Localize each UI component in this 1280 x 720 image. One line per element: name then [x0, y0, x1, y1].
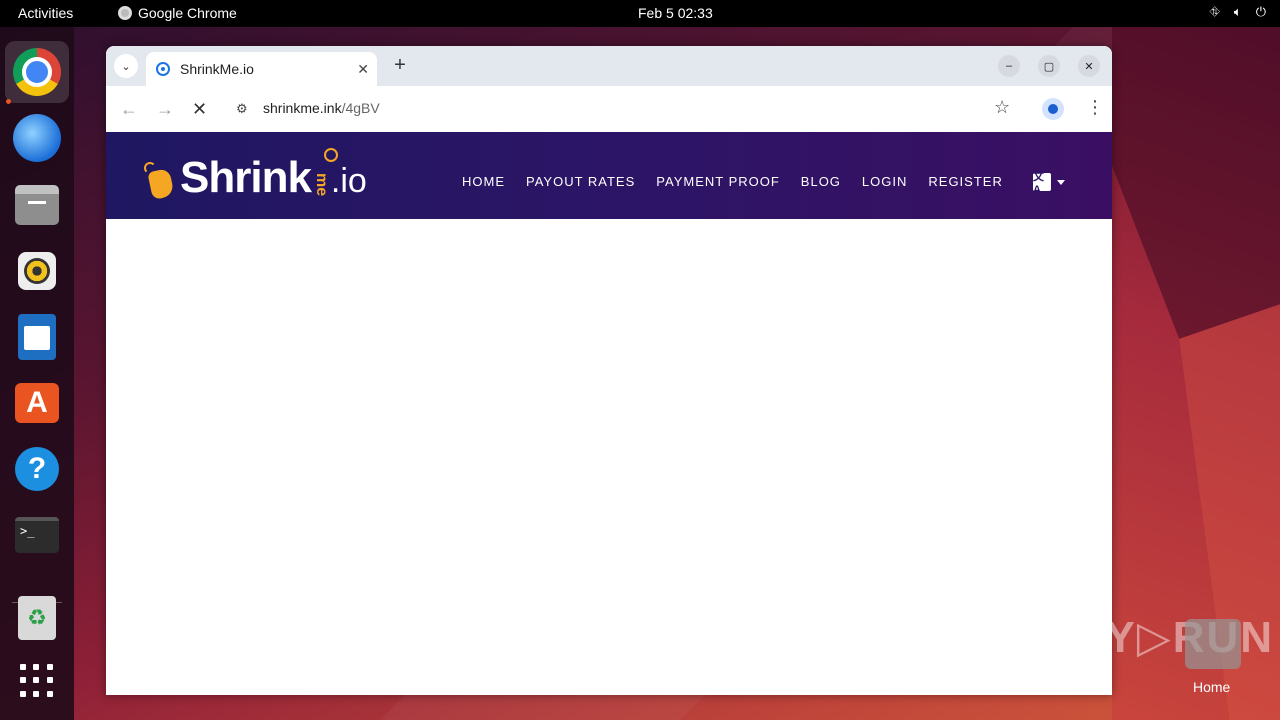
nav-blog[interactable]: BLOG [801, 174, 841, 189]
running-indicator [6, 99, 11, 104]
maximize-icon: ▢ [1043, 60, 1055, 73]
writer-icon [18, 314, 56, 360]
help-icon: ? [15, 447, 59, 491]
bookmark-star-icon[interactable]: ☆ [994, 97, 1010, 118]
volume-icon: 🔈︎ [1233, 4, 1242, 19]
trash-icon: ♻ [18, 596, 56, 640]
hand-tap-icon [140, 160, 178, 202]
nav-register[interactable]: REGISTER [928, 174, 1002, 189]
site-header: Shrink me .io HOME PAYOUT RATES PAYMENT … [106, 132, 1112, 219]
tab-strip: ⌄ ShrinkMe.io ✕ + – ▢ ✕ [106, 46, 1112, 86]
dock-thunderbird[interactable] [5, 107, 69, 169]
favicon-icon [156, 62, 170, 76]
home-folder-label: Home [1193, 679, 1231, 695]
dock-trash[interactable]: ♻ [5, 587, 69, 649]
system-top-bar: Activities Google Chrome Feb 5 02:33 ⛗ 🔈… [0, 0, 1280, 27]
chrome-icon [13, 48, 61, 96]
browser-window: ⌄ ShrinkMe.io ✕ + – ▢ ✕ ← → ✕ ⚙ shrinkme… [106, 46, 1112, 695]
close-icon: ✕ [1084, 60, 1094, 73]
forward-button[interactable]: → [156, 99, 174, 120]
url-path: /4gBV [341, 100, 380, 116]
dock-show-apps[interactable] [5, 650, 69, 712]
tab-title: ShrinkMe.io [180, 61, 254, 77]
activities-button[interactable]: Activities [18, 5, 73, 21]
rhythmbox-icon [18, 252, 56, 290]
nav-login[interactable]: LOGIN [862, 174, 907, 189]
close-window-button[interactable]: ✕ [1078, 55, 1100, 77]
translate-icon: 文A [1033, 171, 1051, 196]
system-tray[interactable]: ⛗ 🔈︎ ⏻ [1209, 4, 1266, 20]
browser-toolbar: ← → ✕ ⚙ shrinkme.ink/4gBV ☆ ⋮ [106, 86, 1112, 132]
minimize-button[interactable]: – [998, 55, 1020, 77]
chrome-small-icon [118, 6, 132, 20]
clock[interactable]: Feb 5 02:33 [638, 5, 713, 21]
url-text[interactable]: shrinkme.ink/4gBV [263, 100, 380, 116]
stop-loading-button[interactable]: ✕ [192, 99, 207, 120]
app-center-icon: A [15, 383, 59, 423]
network-icon: ⛗ [1209, 4, 1220, 19]
home-folder-icon[interactable] [1185, 619, 1241, 669]
back-button[interactable]: ← [120, 99, 138, 120]
dock-chrome[interactable] [5, 41, 69, 103]
dock-terminal[interactable]: >_ [5, 504, 69, 566]
site-nav: HOME PAYOUT RATES PAYMENT PROOF BLOG LOG… [462, 174, 1024, 189]
url-host: shrinkme.ink [263, 100, 342, 116]
app-menu[interactable]: Google Chrome [118, 5, 237, 21]
chevron-down-icon: ⌄ [121, 60, 131, 73]
dock-rhythmbox[interactable] [5, 240, 69, 302]
language-selector[interactable]: 文A [1033, 171, 1065, 196]
profile-avatar[interactable] [1042, 98, 1064, 120]
dock-app-center[interactable]: A [5, 372, 69, 434]
dock-files[interactable] [5, 174, 69, 236]
menu-dots-icon[interactable]: ⋮ [1086, 97, 1104, 118]
close-icon[interactable]: ✕ [357, 61, 369, 78]
logo-text-me: me [312, 172, 330, 196]
nav-home[interactable]: HOME [462, 174, 505, 189]
logo-text-main: Shrink [180, 153, 312, 202]
nav-payment-proof[interactable]: PAYMENT PROOF [656, 174, 780, 189]
show-apps-icon [20, 664, 54, 698]
site-info-icon[interactable]: ⚙ [236, 101, 248, 117]
logo-ring-icon [324, 148, 338, 162]
minimize-icon: – [1005, 60, 1013, 72]
dock-help[interactable]: ? [5, 438, 69, 500]
files-icon [15, 185, 59, 225]
tab-search-button[interactable]: ⌄ [114, 54, 138, 78]
terminal-icon: >_ [15, 517, 59, 553]
new-tab-button[interactable]: + [388, 54, 412, 78]
page-content: Shrink me .io HOME PAYOUT RATES PAYMENT … [106, 132, 1112, 695]
power-icon: ⏻ [1255, 4, 1266, 19]
caret-down-icon [1057, 179, 1065, 185]
dock-writer[interactable] [5, 306, 69, 368]
nav-payout-rates[interactable]: PAYOUT RATES [526, 174, 635, 189]
app-name-label: Google Chrome [138, 5, 237, 21]
logo-text-io: .io [330, 162, 367, 200]
dock: A ? >_ ♻ [0, 27, 74, 720]
maximize-button[interactable]: ▢ [1038, 55, 1060, 77]
shrinkme-logo[interactable]: Shrink me .io [140, 146, 367, 202]
thunderbird-icon [13, 114, 61, 162]
tab-active[interactable]: ShrinkMe.io ✕ [146, 52, 377, 86]
